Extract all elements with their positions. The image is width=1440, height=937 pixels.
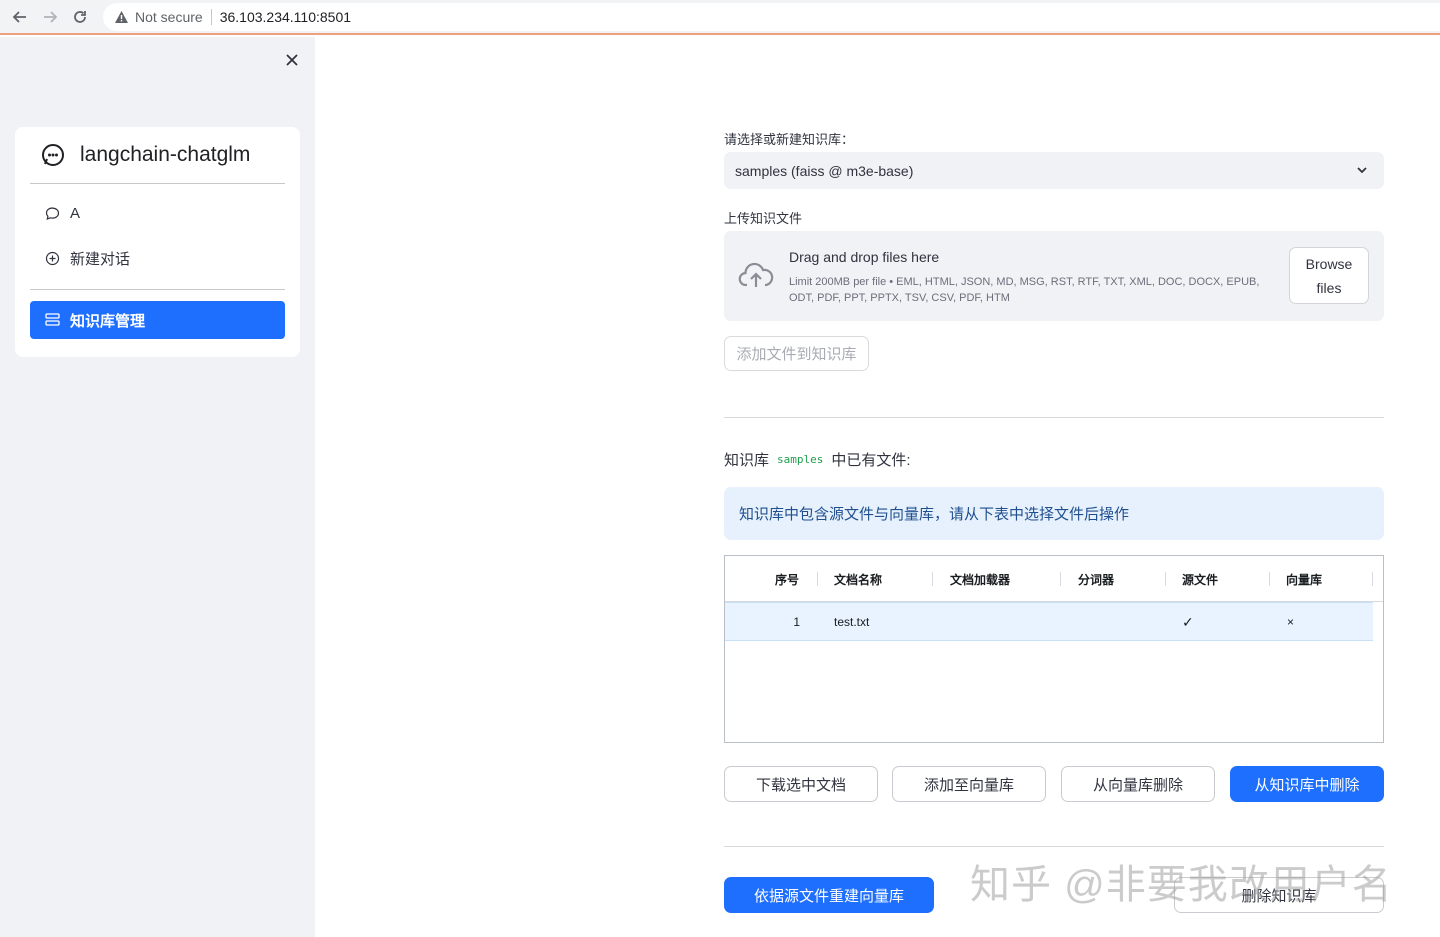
database-icon	[44, 312, 60, 328]
close-sidebar-icon[interactable]	[283, 51, 301, 69]
table-header: 序号 文档名称 文档加载器 分词器 源文件 向量库	[725, 556, 1383, 602]
browse-label-line2: files	[1316, 279, 1342, 296]
column-header-vector[interactable]: 向量库	[1286, 556, 1322, 602]
divider	[724, 417, 1384, 418]
kb-heading-name: samples	[777, 453, 824, 466]
chat-dots-icon	[40, 142, 66, 168]
info-text: 知识库中包含源文件与向量库，请从下表中选择文件后操作	[739, 506, 1130, 523]
dropzone-limit: Limit 200MB per file • EML, HTML, JSON, …	[789, 276, 1260, 304]
browse-files-button[interactable]: Browse files	[1289, 247, 1369, 304]
column-header-name[interactable]: 文档名称	[834, 556, 882, 602]
column-separator	[932, 572, 933, 586]
cell-name: test.txt	[834, 615, 870, 629]
rebuild-vector-button[interactable]: 依据源文件重建向量库	[724, 877, 934, 913]
download-button[interactable]: 下载选中文档	[724, 766, 878, 802]
column-separator	[817, 572, 818, 586]
column-header-source[interactable]: 源文件	[1182, 556, 1218, 602]
chevron-down-icon	[1354, 162, 1370, 178]
kb-heading-prefix: 知识库	[724, 452, 770, 469]
cell-source: ✓	[1182, 613, 1194, 630]
sidebar-item-label: A	[70, 204, 81, 222]
sidebar: langchain-chatglm A 新建对话 知识库管理	[0, 37, 315, 937]
address-bar[interactable]: Not secure 36.103.234.110:8501	[103, 3, 1440, 31]
main-content: 请选择或新建知识库： samples (faiss @ m3e-base) 上传…	[315, 37, 1440, 937]
address-separator	[210, 9, 212, 25]
column-header-splitter[interactable]: 分词器	[1078, 556, 1114, 602]
security-label: Not secure	[135, 9, 203, 25]
menu-divider	[30, 289, 285, 290]
cell-vector: ×	[1287, 615, 1295, 629]
sidebar-item-a[interactable]: A	[30, 194, 285, 232]
delete-from-vector-button[interactable]: 从向量库删除	[1061, 766, 1215, 802]
forward-icon[interactable]	[35, 2, 65, 32]
files-table[interactable]: 序号 文档名称 文档加载器 分词器 源文件 向量库 1 test.txt ✓ ×	[724, 555, 1384, 743]
delete-from-kb-button[interactable]: 从知识库中删除	[1230, 766, 1384, 802]
plus-circle-icon	[44, 250, 60, 266]
file-dropzone[interactable]: Drag and drop files here Limit 200MB per…	[724, 231, 1384, 321]
column-separator	[1165, 572, 1166, 586]
cloud-upload-icon	[738, 261, 774, 291]
sidebar-item-kb-management[interactable]: 知识库管理	[30, 301, 285, 339]
url-text: 36.103.234.110:8501	[219, 9, 352, 25]
column-separator	[1269, 572, 1270, 586]
table-row[interactable]: 1 test.txt ✓ ×	[725, 602, 1373, 641]
back-icon[interactable]	[5, 2, 35, 32]
column-separator	[1372, 572, 1373, 586]
kb-select-label: 请选择或新建知识库：	[724, 132, 855, 147]
delete-kb-button[interactable]: 删除知识库	[1174, 877, 1384, 913]
sidebar-item-new-chat[interactable]: 新建对话	[30, 239, 285, 277]
kb-select-value: samples (faiss @ m3e-base)	[735, 162, 914, 179]
app-title: langchain-chatglm	[80, 143, 251, 166]
chat-bubble-icon	[44, 205, 60, 221]
sidebar-item-label: 新建对话	[70, 250, 131, 268]
browse-label-line1: Browse	[1305, 255, 1353, 272]
browser-toolbar: Not secure 36.103.234.110:8501	[0, 0, 1440, 35]
reload-icon[interactable]	[65, 2, 95, 32]
menu-title: langchain-chatglm	[30, 127, 285, 184]
divider	[724, 846, 1384, 847]
option-menu: langchain-chatglm A 新建对话 知识库管理	[15, 127, 300, 357]
info-alert: 知识库中包含源文件与向量库，请从下表中选择文件后操作	[724, 487, 1384, 540]
warning-icon	[113, 9, 129, 25]
kb-select[interactable]: samples (faiss @ m3e-base)	[724, 152, 1384, 189]
sidebar-item-label: 知识库管理	[70, 312, 146, 330]
add-to-vector-button[interactable]: 添加至向量库	[892, 766, 1046, 802]
add-files-button[interactable]: 添加文件到知识库	[724, 336, 869, 371]
kb-heading-suffix: 中已有文件:	[831, 452, 911, 469]
kb-files-heading: 知识库 samples 中已有文件:	[724, 449, 911, 470]
cell-index: 1	[793, 615, 800, 629]
upload-label: 上传知识文件	[724, 211, 803, 226]
column-separator	[1060, 572, 1061, 586]
column-header-index[interactable]: 序号	[775, 556, 815, 602]
column-header-loader[interactable]: 文档加载器	[950, 556, 1010, 602]
dropzone-title: Drag and drop files here	[789, 249, 940, 265]
